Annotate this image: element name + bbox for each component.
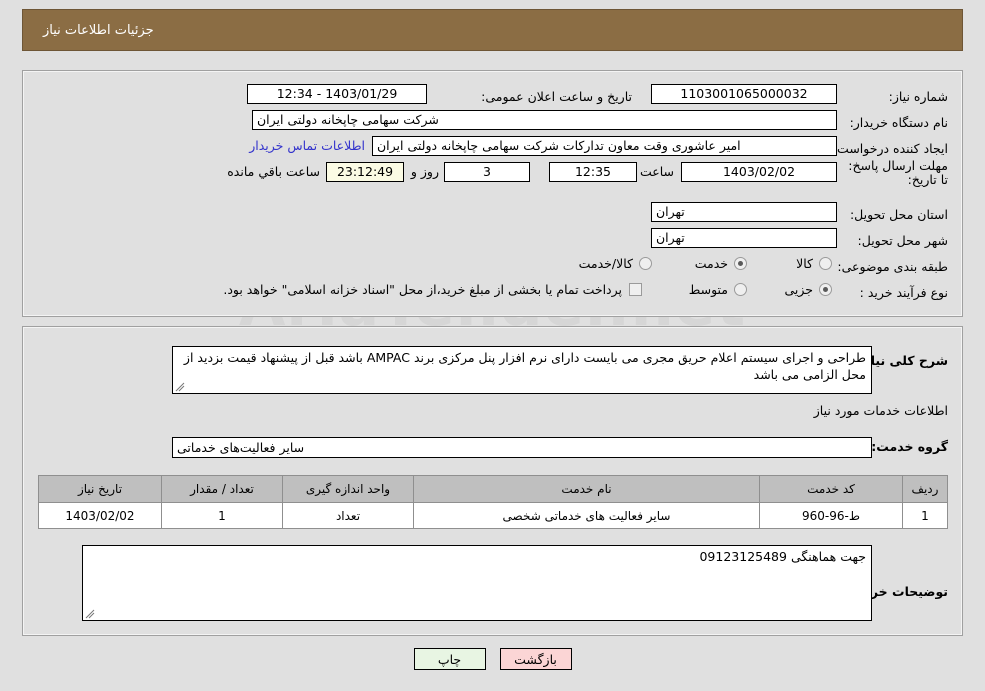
radio-kala-icon[interactable] bbox=[819, 257, 832, 270]
delivery-province-label: استان محل تحویل: bbox=[849, 206, 948, 222]
deadline-hour-label: ساعت bbox=[639, 164, 674, 179]
delivery-city-label: شهر محل تحویل: bbox=[857, 232, 948, 248]
resize-grip-icon-notes[interactable] bbox=[85, 609, 95, 619]
footer-actions: بازگشت چاپ bbox=[0, 648, 985, 670]
purchase-type-label: نوع فرآیند خرید : bbox=[859, 284, 948, 300]
services-section-title: اطلاعات خدمات مورد نیاز bbox=[813, 403, 948, 418]
buyer-notes-value: جهت هماهنگی 09123125489 bbox=[699, 549, 866, 564]
resize-grip-icon[interactable] bbox=[175, 382, 185, 392]
page-header: جزئیات اطلاعات نیاز bbox=[22, 9, 963, 51]
treasury-bond-checkbox-group[interactable]: پرداخت تمام یا بخشی از مبلغ خرید،از محل … bbox=[223, 282, 642, 297]
general-desc-value: طراحی و اجرای سیستم اعلام حریق مجری می ب… bbox=[183, 350, 866, 382]
purchase-type-option-motevaset[interactable]: متوسط bbox=[689, 282, 747, 297]
delivery-province-field[interactable]: تهران bbox=[651, 202, 837, 222]
deadline-hour-field[interactable]: 12:35 bbox=[549, 162, 637, 182]
cell-radif: 1 bbox=[902, 502, 948, 529]
general-desc-textarea[interactable]: طراحی و اجرای سیستم اعلام حریق مجری می ب… bbox=[172, 346, 872, 394]
countdown-field[interactable]: 23:12:49 bbox=[326, 162, 404, 182]
service-group-field[interactable]: سایر فعالیت‌های خدماتی bbox=[172, 437, 872, 458]
buyer-notes-textarea[interactable]: جهت هماهنگی 09123125489 bbox=[82, 545, 872, 621]
radio-jozi-icon[interactable] bbox=[819, 283, 832, 296]
print-button[interactable]: چاپ bbox=[413, 648, 486, 670]
table-header-quantity: تعداد / مقدار bbox=[161, 475, 283, 503]
cell-name: سایر فعالیت های خدماتی شخصی bbox=[413, 502, 760, 529]
request-creator-label: ایجاد کننده درخواست: bbox=[832, 140, 948, 156]
subject-class-label: طبقه بندی موضوعی: bbox=[837, 258, 948, 274]
radio-khedmat-icon[interactable] bbox=[734, 257, 747, 270]
table-header-unit: واحد اندازه گیری bbox=[282, 475, 414, 503]
announce-datetime-label: تاریخ و ساعت اعلان عمومی: bbox=[481, 88, 632, 104]
purchase-type-option-jozi[interactable]: جزیی bbox=[784, 282, 832, 297]
need-number-field[interactable]: 1103001065000032 bbox=[651, 84, 837, 104]
purchase-type-option-label-0: جزیی bbox=[784, 282, 813, 297]
subject-class-option-label-0: کالا bbox=[796, 256, 813, 271]
request-creator-field[interactable]: امیر عاشوری وقت معاون تدارکات شرکت سهامی… bbox=[372, 136, 837, 156]
buyer-org-label: نام دستگاه خریدار: bbox=[849, 114, 948, 130]
back-button[interactable]: بازگشت bbox=[499, 648, 572, 670]
service-group-label: گروه خدمت: bbox=[871, 439, 948, 454]
subject-class-option-kala-khedmat[interactable]: کالا/خدمت bbox=[579, 256, 652, 271]
need-number-label: شماره نیاز: bbox=[888, 88, 948, 104]
treasury-bond-checkbox[interactable] bbox=[629, 283, 642, 296]
remaining-days-field[interactable]: 3 bbox=[444, 162, 530, 182]
table-header-name: نام خدمت bbox=[413, 475, 760, 503]
delivery-city-field[interactable]: تهران bbox=[651, 228, 837, 248]
cell-date: 1403/02/02 bbox=[38, 502, 162, 529]
buyer-org-field[interactable]: شرکت سهامی چاپخانه دولتی ایران bbox=[252, 110, 837, 130]
table-header-date: تاریخ نیاز bbox=[38, 475, 162, 503]
cell-code: ط-96-960 bbox=[759, 502, 903, 529]
radio-motevaset-icon[interactable] bbox=[734, 283, 747, 296]
table-row[interactable]: 1 ط-96-960 سایر فعالیت های خدماتی شخصی ت… bbox=[38, 502, 948, 529]
treasury-bond-label: پرداخت تمام یا بخشی از مبلغ خرید،از محل … bbox=[223, 282, 622, 297]
page-title: جزئیات اطلاعات نیاز bbox=[43, 22, 154, 38]
subject-class-option-khedmat[interactable]: خدمت bbox=[695, 256, 747, 271]
purchase-type-option-label-1: متوسط bbox=[688, 282, 728, 297]
need-details-panel: شرح کلی نیاز: طراحی و اجرای سیستم اعلام … bbox=[22, 326, 963, 636]
buyer-contact-link[interactable]: اطلاعات تماس خریدار bbox=[249, 138, 365, 153]
table-header-row: ردیف کد خدمت نام خدمت واحد اندازه گیری ت… bbox=[38, 475, 948, 503]
services-table: ردیف کد خدمت نام خدمت واحد اندازه گیری ت… bbox=[38, 475, 948, 529]
remaining-days-label: روز و bbox=[410, 164, 439, 179]
subject-class-option-kala[interactable]: کالا bbox=[796, 256, 832, 271]
table-header-code: کد خدمت bbox=[759, 475, 903, 503]
radio-kala-khedmat-icon[interactable] bbox=[639, 257, 652, 270]
table-header-radif: ردیف bbox=[902, 475, 948, 503]
announce-datetime-field[interactable]: 1403/01/29 - 12:34 bbox=[247, 84, 427, 104]
subject-class-option-label-1: خدمت bbox=[694, 256, 728, 271]
cell-quantity: 1 bbox=[161, 502, 283, 529]
deadline-date-field[interactable]: 1403/02/02 bbox=[681, 162, 837, 182]
countdown-label: ساعت باقي مانده bbox=[227, 164, 320, 179]
subject-class-option-label-2: کالا/خدمت bbox=[578, 256, 633, 271]
deadline-label: مهلت ارسال پاسخ: تا تاریخ: bbox=[848, 158, 948, 187]
cell-unit: تعداد bbox=[282, 502, 414, 529]
need-summary-panel: شماره نیاز: 1103001065000032 تاریخ و ساع… bbox=[22, 70, 963, 317]
